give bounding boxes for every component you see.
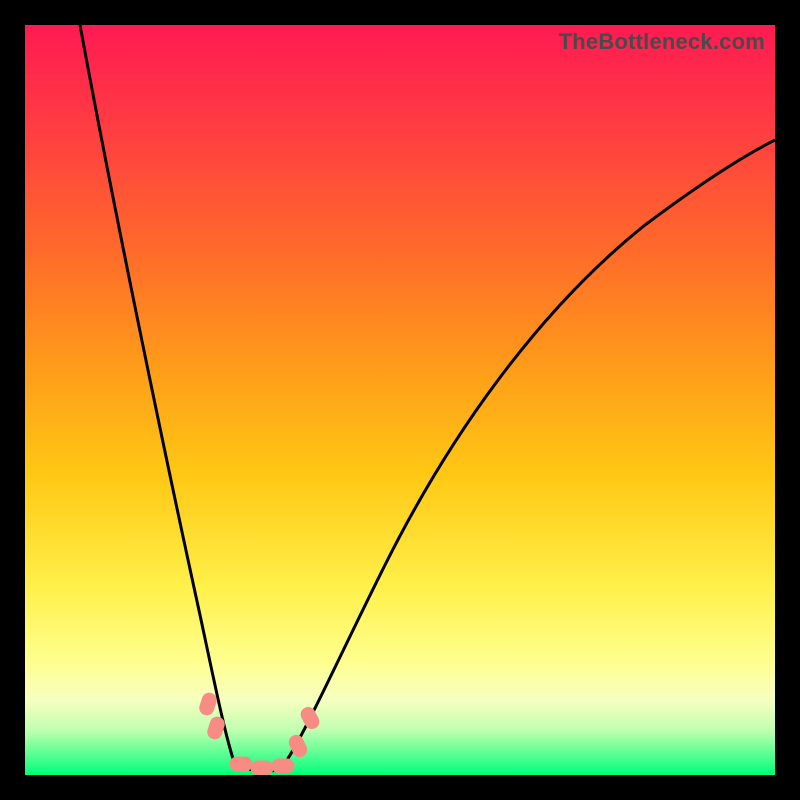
bead-left-upper	[198, 691, 218, 716]
bead-floor-3	[272, 759, 294, 773]
bead-floor-1	[230, 757, 252, 771]
chart-area: TheBottleneck.com	[25, 25, 775, 775]
bottleneck-curve	[25, 25, 775, 775]
bead-floor-2	[251, 761, 273, 775]
bead-right-upper	[299, 705, 322, 731]
curve-right	[280, 140, 775, 770]
curve-left	[80, 25, 235, 765]
